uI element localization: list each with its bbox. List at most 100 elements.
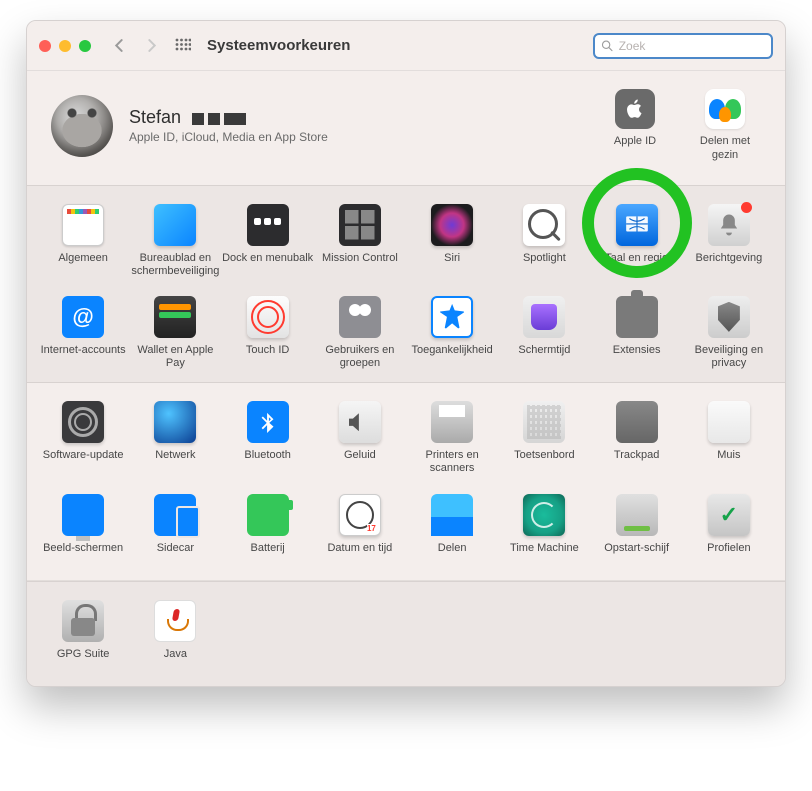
wallet-icon bbox=[154, 296, 196, 338]
pref-mouse[interactable]: Muis bbox=[683, 401, 775, 475]
globe-icon bbox=[154, 401, 196, 443]
pref-accessibility[interactable]: Toegankelijkheid bbox=[406, 296, 498, 370]
pref-trackpad[interactable]: Trackpad bbox=[591, 401, 683, 475]
window-title: Systeemvoorkeuren bbox=[207, 37, 350, 54]
siri-icon bbox=[431, 204, 473, 246]
pref-siri[interactable]: Siri bbox=[406, 204, 498, 278]
family-icon bbox=[705, 89, 745, 129]
bluetooth-icon bbox=[247, 401, 289, 443]
pref-printers[interactable]: Printers en scanners bbox=[406, 401, 498, 475]
back-button[interactable] bbox=[107, 34, 131, 58]
pref-network[interactable]: Netwerk bbox=[129, 401, 221, 475]
pref-battery[interactable]: Batterij bbox=[222, 494, 314, 568]
toolbar: Systeemvoorkeuren bbox=[27, 21, 785, 71]
pref-desktop[interactable]: Bureaublad en schermbeveiliging bbox=[129, 204, 221, 278]
user-subtitle: Apple ID, iCloud, Media en App Store bbox=[129, 130, 328, 144]
pref-dock[interactable]: Dock en menubalk bbox=[222, 204, 314, 278]
apple-id-button[interactable]: Apple ID bbox=[599, 89, 671, 163]
apple-id-label: Apple ID bbox=[599, 135, 671, 149]
pref-users-groups[interactable]: Gebruikers en groepen bbox=[314, 296, 406, 370]
language-region-icon bbox=[616, 204, 658, 246]
desktop-icon bbox=[154, 204, 196, 246]
accessibility-icon bbox=[431, 296, 473, 338]
user-header: Stefan Apple ID, iCloud, Media en App St… bbox=[27, 71, 785, 185]
third-party-panel: GPG Suite Java bbox=[27, 581, 785, 686]
pref-java[interactable]: Java bbox=[129, 600, 221, 674]
pref-startup-disk[interactable]: Opstart-schijf bbox=[591, 494, 683, 568]
sidecar-icon bbox=[154, 494, 196, 536]
mission-control-icon bbox=[339, 204, 381, 246]
mouse-icon bbox=[708, 401, 750, 443]
pref-screen-time[interactable]: Schermtijd bbox=[498, 296, 590, 370]
pref-algemeen[interactable]: Algemeen bbox=[37, 204, 129, 278]
user-name-row: Stefan bbox=[129, 107, 328, 128]
user-text: Stefan Apple ID, iCloud, Media en App St… bbox=[129, 107, 328, 144]
pref-software-update[interactable]: Software-update bbox=[37, 401, 129, 475]
pref-notifications[interactable]: Berichtgeving bbox=[683, 204, 775, 278]
grid-icon bbox=[175, 38, 191, 54]
close-button[interactable] bbox=[39, 40, 51, 52]
puzzle-icon bbox=[616, 296, 658, 338]
general-icon bbox=[62, 204, 104, 246]
pref-touch-id[interactable]: Touch ID bbox=[222, 296, 314, 370]
user-avatar[interactable] bbox=[51, 95, 113, 157]
folder-share-icon bbox=[431, 494, 473, 536]
padlock-icon bbox=[62, 600, 104, 642]
battery-icon bbox=[247, 494, 289, 536]
keyboard-icon bbox=[523, 401, 565, 443]
printer-icon bbox=[431, 401, 473, 443]
speaker-icon bbox=[339, 401, 381, 443]
hourglass-icon bbox=[523, 296, 565, 338]
spotlight-icon bbox=[523, 204, 565, 246]
gear-icon bbox=[62, 401, 104, 443]
pref-spotlight[interactable]: Spotlight bbox=[498, 204, 590, 278]
at-sign-icon: @ bbox=[62, 296, 104, 338]
pref-wallet[interactable]: Wallet en Apple Pay bbox=[129, 296, 221, 370]
pref-sidecar[interactable]: Sidecar bbox=[129, 494, 221, 568]
pref-date-time[interactable]: Datum en tijd bbox=[314, 494, 406, 568]
java-cup-icon bbox=[154, 600, 196, 642]
zoom-button[interactable] bbox=[79, 40, 91, 52]
redacted-surname bbox=[192, 113, 246, 125]
pref-keyboard[interactable]: Toetsenbord bbox=[498, 401, 590, 475]
search-input[interactable] bbox=[617, 38, 765, 54]
display-icon bbox=[62, 494, 104, 536]
chevron-right-icon bbox=[145, 39, 158, 52]
checkmark-badge-icon bbox=[708, 494, 750, 536]
pref-extensions[interactable]: Extensies bbox=[591, 296, 683, 370]
pref-bluetooth[interactable]: Bluetooth bbox=[222, 401, 314, 475]
time-machine-icon bbox=[523, 494, 565, 536]
pref-internet-accounts[interactable]: @Internet-accounts bbox=[37, 296, 129, 370]
show-all-button[interactable] bbox=[171, 34, 195, 58]
notifications-icon bbox=[708, 204, 750, 246]
family-sharing-label: Delen met gezin bbox=[689, 135, 761, 163]
pref-language-region[interactable]: Taal en regio bbox=[591, 204, 683, 278]
hardware-panel: Software-update Netwerk Bluetooth Geluid… bbox=[27, 383, 785, 580]
pref-sound[interactable]: Geluid bbox=[314, 401, 406, 475]
pref-sharing[interactable]: Delen bbox=[406, 494, 498, 568]
user-name: Stefan bbox=[129, 107, 181, 127]
pref-mission-control[interactable]: Mission Control bbox=[314, 204, 406, 278]
pref-profiles[interactable]: Profielen bbox=[683, 494, 775, 568]
family-sharing-button[interactable]: Delen met gezin bbox=[689, 89, 761, 163]
pref-security-privacy[interactable]: Beveiliging en privacy bbox=[683, 296, 775, 370]
disk-icon bbox=[616, 494, 658, 536]
system-preferences-window: Systeemvoorkeuren Stefan Apple ID, iClou… bbox=[26, 20, 786, 687]
clock-calendar-icon bbox=[339, 494, 381, 536]
trackpad-icon bbox=[616, 401, 658, 443]
search-field[interactable] bbox=[593, 33, 773, 59]
dock-icon bbox=[247, 204, 289, 246]
minimize-button[interactable] bbox=[59, 40, 71, 52]
fingerprint-icon bbox=[247, 296, 289, 338]
apple-logo-icon bbox=[615, 89, 655, 129]
house-shield-icon bbox=[708, 296, 750, 338]
chevron-left-icon bbox=[113, 39, 126, 52]
users-icon bbox=[339, 296, 381, 338]
pref-gpg-suite[interactable]: GPG Suite bbox=[37, 600, 129, 674]
window-controls bbox=[39, 40, 91, 52]
forward-button[interactable] bbox=[139, 34, 163, 58]
search-icon bbox=[601, 39, 613, 52]
pref-time-machine[interactable]: Time Machine bbox=[498, 494, 590, 568]
personal-panel: Algemeen Bureaublad en schermbeveiliging… bbox=[27, 185, 785, 384]
pref-displays[interactable]: Beeld-schermen bbox=[37, 494, 129, 568]
